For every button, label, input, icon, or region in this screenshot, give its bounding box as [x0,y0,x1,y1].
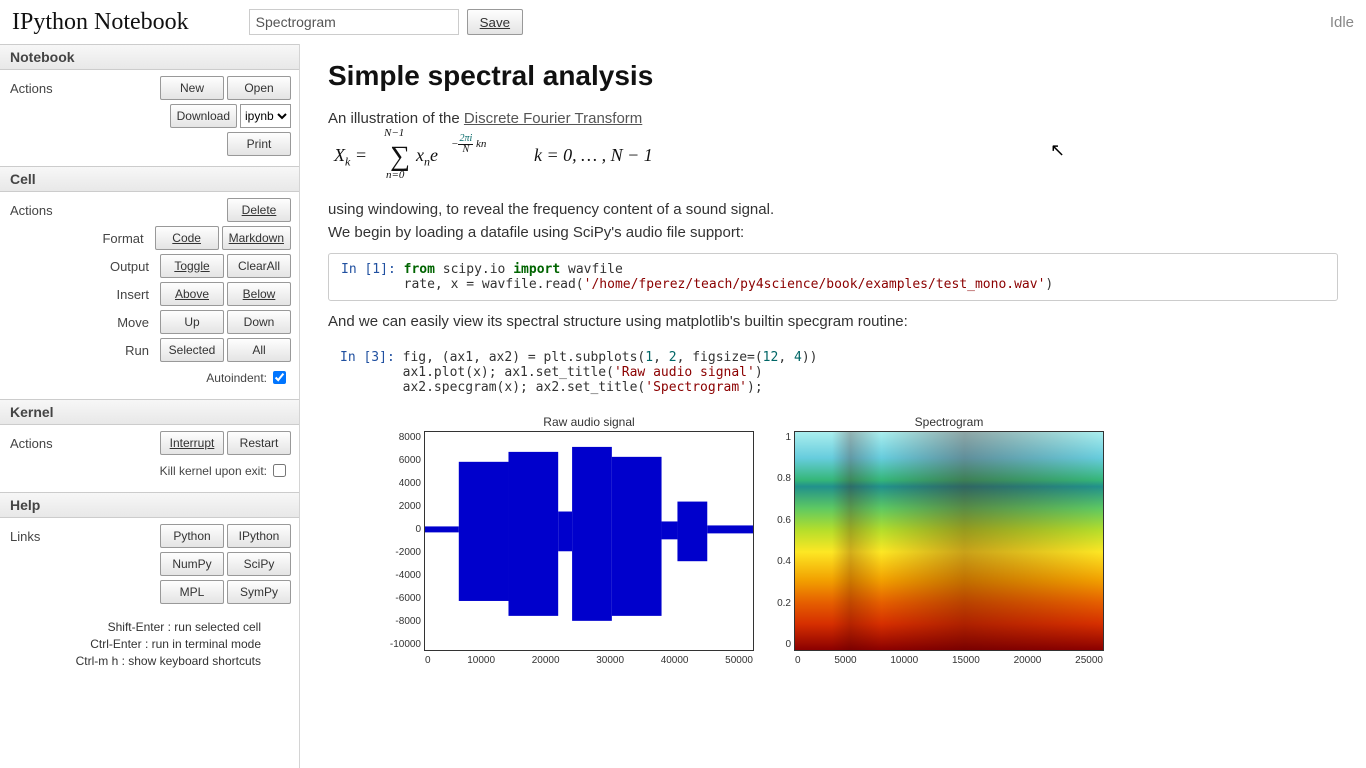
restart-button[interactable]: Restart [227,431,291,455]
save-button[interactable]: Save [467,9,523,35]
intro-line: An illustration of the Discrete Fourier … [328,110,1338,127]
new-button[interactable]: New [160,76,224,100]
notebook-name-input[interactable] [249,9,459,35]
output-label: Output [110,259,149,274]
clearall-button[interactable]: ClearAll [227,254,291,278]
interrupt-button[interactable]: Interrupt [160,431,224,455]
specgram-xticks: 0500010000150002000025000 [795,655,1103,666]
above-button[interactable]: Above [160,282,224,306]
links-label: Links [10,529,40,544]
app-title: IPython Notebook [12,9,189,36]
download-button[interactable]: Download [170,104,237,128]
download-format-select[interactable]: ipynb [240,104,291,128]
para-loading: We begin by loading a datafile using Sci… [328,224,1338,241]
notebook-content[interactable]: Simple spectral analysis An illustration… [300,44,1366,768]
python-link[interactable]: Python [160,524,224,548]
actions-label: Actions [10,436,53,451]
dft-link[interactable]: Discrete Fourier Transform [464,110,642,127]
ipython-link[interactable]: IPython [227,524,291,548]
output-plots: Raw audio signal 80006000400020000-2000-… [424,415,1338,651]
autoindent-label: Autoindent: [206,371,267,385]
insert-label: Insert [116,287,149,302]
code-cell-1[interactable]: In [1]: from scipy.io import wavfile rat… [328,253,1338,301]
waveform-plot: Raw audio signal 80006000400020000-2000-… [424,415,754,651]
actions-label: Actions [10,203,53,218]
run-selected-button[interactable]: Selected [160,338,224,362]
keyboard-hints: Shift-Enter : run selected cell Ctrl-Ent… [0,614,299,677]
markdown-button[interactable]: Markdown [222,226,291,250]
sidebar: Notebook Actions New Open Download ipynb… [0,44,300,768]
kill-kernel-checkbox[interactable] [273,464,286,477]
waveform-svg [425,432,753,651]
code-cell-3[interactable]: In [3]: fig, (ax1, ax2) = plt.subplots(1… [328,342,1338,403]
kill-kernel-label: Kill kernel upon exit: [160,464,267,478]
panel-header-notebook[interactable]: Notebook [0,44,299,70]
spectrogram-plot: Spectrogram 10.80.60.40.20 0500010000150… [794,415,1104,651]
code-button[interactable]: Code [155,226,219,250]
sympy-link[interactable]: SymPy [227,580,291,604]
actions-label: Actions [10,81,53,96]
dft-formula: Xk = N−1 ∑ n=0 xne −2πiN kn k = 0, … , N… [334,135,1338,183]
scipy-link[interactable]: SciPy [227,552,291,576]
panel-header-kernel[interactable]: Kernel [0,399,299,425]
autoindent-checkbox[interactable] [273,371,286,384]
spectrogram-canvas [795,432,1103,650]
panel-header-cell[interactable]: Cell [0,166,299,192]
run-all-button[interactable]: All [227,338,291,362]
move-label: Move [117,315,149,330]
delete-button[interactable]: Delete [227,198,291,222]
format-label: Format [102,231,143,246]
numpy-link[interactable]: NumPy [160,552,224,576]
print-button[interactable]: Print [227,132,291,156]
specgram-yticks: 10.80.60.40.20 [765,432,791,650]
up-button[interactable]: Up [160,310,224,334]
mpl-link[interactable]: MPL [160,580,224,604]
para-windowing: using windowing, to reveal the frequency… [328,201,1338,218]
page-title: Simple spectral analysis [328,60,1338,92]
run-label: Run [125,343,149,358]
below-button[interactable]: Below [227,282,291,306]
kernel-status: Idle [1330,14,1354,31]
waveform-yticks: 80006000400020000-2000-4000-6000-8000-10… [381,432,421,650]
toggle-button[interactable]: Toggle [160,254,224,278]
para-specgram: And we can easily view its spectral stru… [328,313,1338,330]
panel-header-help[interactable]: Help [0,492,299,518]
waveform-xticks: 01000020000300004000050000 [425,655,753,666]
down-button[interactable]: Down [227,310,291,334]
open-button[interactable]: Open [227,76,291,100]
